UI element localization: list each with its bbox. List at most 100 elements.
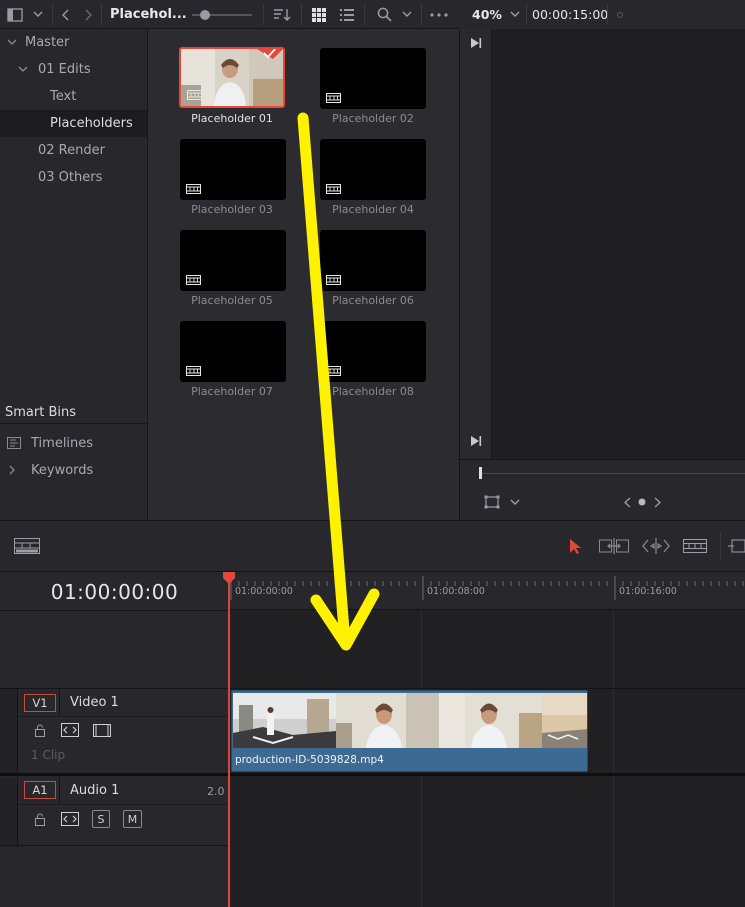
clip-frame-1 [233,693,336,748]
video-clip-badge-icon [326,366,341,376]
solo-button[interactable]: S [92,810,110,828]
track-tag-v1[interactable]: V1 [24,694,56,712]
bin-master[interactable]: Master [0,29,147,56]
bin-01-edits[interactable]: 01 Edits [0,56,147,83]
ruler-label-0: 01:00:00:00 [235,586,293,597]
go-to-end-icon[interactable] [466,429,486,453]
viewer-screen[interactable] [491,29,745,459]
track-tag-a1[interactable]: A1 [24,781,56,799]
smart-bin-timelines-label: Timelines [31,436,94,451]
thumbnail-zoom-knob[interactable] [200,10,210,20]
next-frame-icon[interactable] [650,491,664,513]
playhead-line[interactable] [228,583,230,907]
audio-track-name[interactable]: Audio 1 [70,783,119,798]
source-viewer [459,29,745,520]
clip-label-07[interactable]: Placeholder 07 [162,385,302,398]
timeline-view-options-icon[interactable] [12,533,42,559]
smart-bins-header: Smart Bins [0,399,147,426]
chevron-down-icon[interactable] [7,37,17,47]
lock-track-icon[interactable] [31,721,49,739]
viewer-zoom-level[interactable]: 40% [472,7,502,22]
list-view-icon[interactable] [337,0,357,29]
playhead-dot-icon[interactable] [636,491,648,513]
clip-label-01[interactable]: Placeholder 01 [162,112,302,125]
mute-button[interactable]: M [123,810,142,828]
audio-track-header: A1 Audio 1 2.0 S M [0,777,229,907]
bin-text[interactable]: Text [0,83,147,110]
timeline-toolbar [0,520,745,572]
zoom-chevron-down-icon[interactable] [507,0,523,29]
viewer-scrub-head[interactable] [479,467,482,479]
clip-thumbnail-01[interactable] [179,47,285,108]
bin-placeholders[interactable]: Placeholders [0,110,147,137]
clip-frame-2 [336,693,439,748]
audio-channel-format: 2.0 [207,785,225,798]
timeline-bin-icon [7,437,21,449]
auto-select-track-icon[interactable] [60,810,80,828]
chevron-down-icon[interactable] [18,64,28,74]
clip-thumbnail-02[interactable] [320,48,426,109]
smart-bin-keywords[interactable]: Keywords [0,457,147,484]
bin-master-label: Master [25,35,70,50]
bin-01-edits-label: 01 Edits [38,62,91,77]
video-clip-badge-icon [187,90,202,100]
clip-label-04[interactable]: Placeholder 04 [303,203,443,216]
go-to-end-icon[interactable] [466,31,486,55]
grid-view-icon[interactable] [309,0,329,29]
clip-thumbnail-04[interactable] [320,139,426,200]
panel-toggle-icon[interactable] [4,0,26,29]
video-clip-badge-icon [186,366,201,376]
video-clip-badge-icon [186,275,201,285]
transform-chevron-down-icon[interactable] [508,491,522,513]
more-options-icon[interactable] [428,0,450,29]
clip-label-03[interactable]: Placeholder 03 [162,203,302,216]
smart-bins-label: Smart Bins [5,405,76,420]
bin-03-others-label: 03 Others [38,170,103,185]
status-dot-icon [614,0,626,29]
disable-video-track-icon[interactable] [92,721,112,739]
video-clip-badge-icon [326,275,341,285]
video-track-name[interactable]: Video 1 [70,695,119,710]
clip-thumbnail-03[interactable] [180,139,286,200]
clip-label-06[interactable]: Placeholder 06 [303,294,443,307]
clip-frame-3 [439,693,542,748]
search-icon[interactable] [374,0,394,29]
ruler-label-1: 01:00:08:00 [427,586,485,597]
clip-thumbnail-06[interactable] [320,230,426,291]
clip-thumbnail-07[interactable] [180,321,286,382]
clip-thumbnail-08[interactable] [320,321,426,382]
chevron-down-icon[interactable] [30,0,46,29]
current-bin-title: Placehol... [110,7,187,22]
smart-bin-timelines[interactable]: Timelines [0,430,147,457]
transform-icon[interactable] [482,491,502,513]
timeline-clip[interactable]: production-ID-5039828.mp4 [231,690,588,772]
bin-tree-panel: Master 01 Edits Text Placeholders 02 Ren… [0,29,148,520]
video-clip-badge-icon [326,184,341,194]
trim-edit-icon[interactable] [598,533,630,559]
chevron-right-icon[interactable] [7,465,17,475]
sort-icon[interactable] [270,0,294,29]
clip-label-05[interactable]: Placeholder 05 [162,294,302,307]
clip-label-02[interactable]: Placeholder 02 [303,112,443,125]
viewer-scrubber[interactable] [480,473,745,474]
video-track-header: V1 Video 1 1 Clip [0,689,229,773]
snapping-icon[interactable] [728,533,745,559]
lock-track-icon[interactable] [31,810,49,828]
viewer-duration-timecode: 00:00:15:00 [532,7,609,22]
clip-thumbnail-05[interactable] [180,230,286,291]
blade-edit-icon[interactable] [682,533,708,559]
timeline-timecode[interactable]: 01:00:00:00 [0,580,229,604]
timeline-track-headers: 01:00:00:00 V1 Video 1 1 Clip A1 Audio 1… [0,572,229,907]
video-clip-badge-icon [326,93,341,103]
back-arrow-icon[interactable] [58,0,74,29]
timeline-ruler[interactable]: 01:00:00:00 01:00:08:00 01:00:16:00 [229,572,745,610]
previous-frame-icon[interactable] [620,491,634,513]
auto-select-track-icon[interactable] [60,721,80,739]
dynamic-trim-icon[interactable] [640,533,672,559]
selection-pointer-icon[interactable] [564,533,586,559]
clip-label-08[interactable]: Placeholder 08 [303,385,443,398]
bin-03-others[interactable]: 03 Others [0,164,147,191]
bin-02-render[interactable]: 02 Render [0,137,147,164]
search-options-chevron-icon[interactable] [399,0,415,29]
forward-arrow-icon[interactable] [80,0,96,29]
